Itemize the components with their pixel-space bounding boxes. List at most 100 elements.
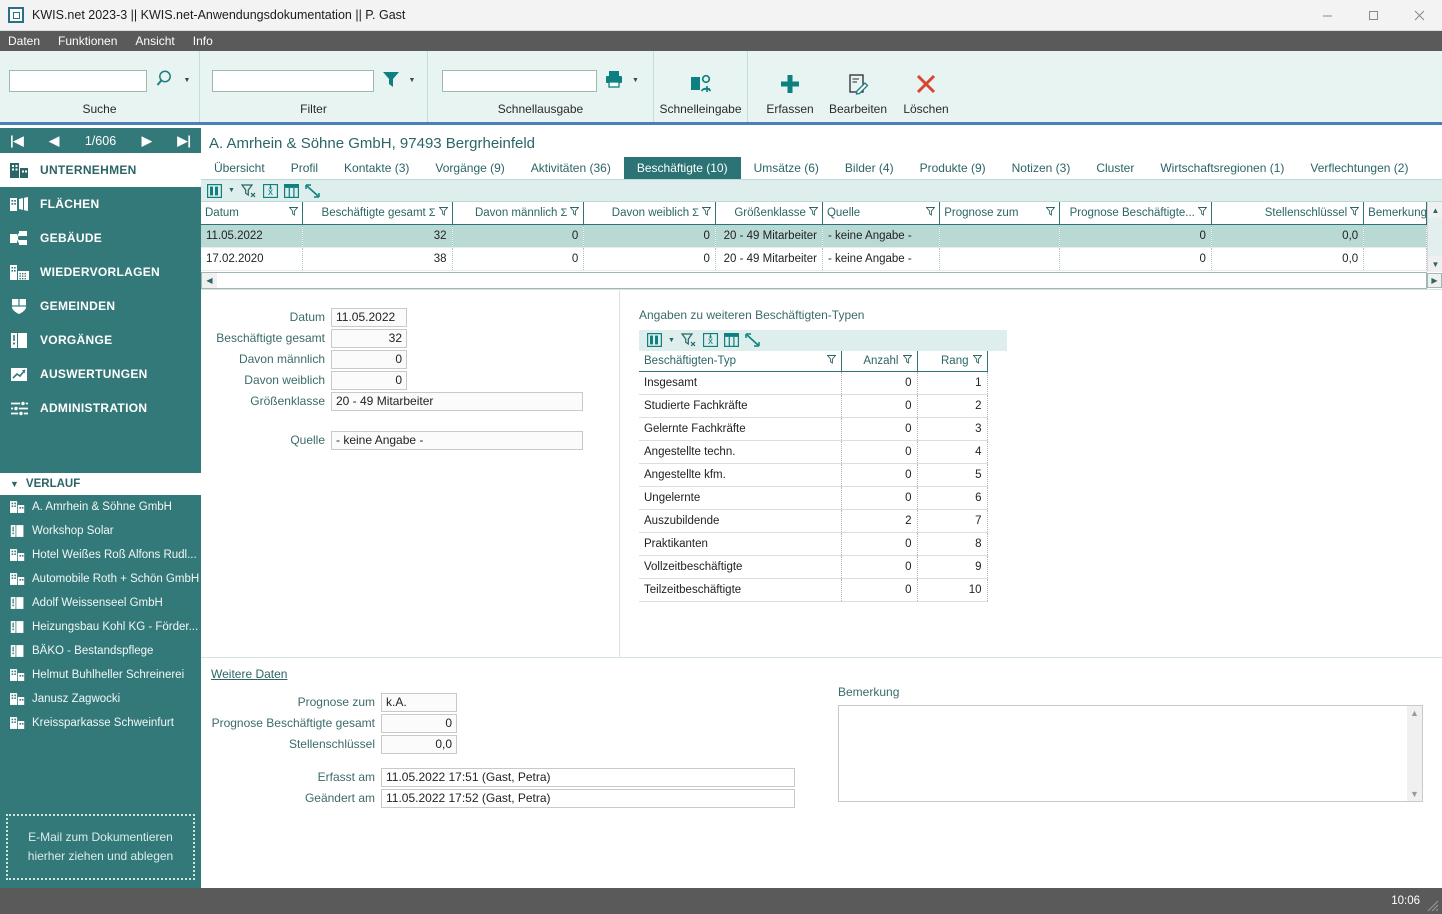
- field-value[interactable]: 20 - 49 Mitarbeiter: [331, 391, 583, 411]
- history-item[interactable]: Adolf Weissenseel GmbH: [0, 591, 201, 615]
- field-value[interactable]: 0,0: [381, 734, 457, 754]
- layout-icon[interactable]: [723, 333, 739, 347]
- menu-item-ansicht[interactable]: Ansicht: [135, 34, 174, 48]
- quick-entry-button[interactable]: Schnelleingabe: [654, 59, 748, 118]
- memo-scrollbar[interactable]: ▲ ▼: [1407, 705, 1422, 801]
- field-value[interactable]: 32: [331, 328, 407, 348]
- clear-filter-icon[interactable]: [680, 333, 697, 347]
- column-header[interactable]: Größenklasse: [715, 202, 823, 225]
- minimize-button[interactable]: [1304, 0, 1350, 31]
- funnel-icon[interactable]: [380, 68, 402, 93]
- expand-icon[interactable]: [745, 333, 760, 347]
- history-item[interactable]: Hotel Weißes Roß Alfons Rudl...: [0, 543, 201, 567]
- caret-down-icon[interactable]: ▼: [668, 337, 675, 344]
- history-item[interactable]: Janusz Zagwocki: [0, 687, 201, 711]
- tab-profil[interactable]: Profil: [278, 157, 331, 179]
- sidebar-item-gebaeude[interactable]: GEBÄUDE: [0, 221, 201, 255]
- pager-prev-button[interactable]: ◀: [49, 133, 59, 149]
- table-row[interactable]: 11.05.2022 32 0 0 20 - 49 Mitarbeiter - keine…: [201, 224, 1427, 248]
- pager-next-button[interactable]: ▶: [142, 133, 152, 149]
- filter-icon[interactable]: [288, 206, 299, 219]
- table-row[interactable]: Vollzeitbeschäftigte 0 9: [639, 555, 988, 579]
- table-row[interactable]: Auszubildende 2 7: [639, 509, 988, 533]
- columns-icon[interactable]: [207, 183, 222, 198]
- quick-output-input[interactable]: [442, 69, 598, 92]
- field-value[interactable]: 0: [331, 370, 407, 390]
- close-button[interactable]: [1396, 0, 1442, 31]
- table-row[interactable]: Ungelernte 0 6: [639, 486, 988, 510]
- menu-item-info[interactable]: Info: [193, 34, 213, 48]
- tab-aktivitäten-36[interactable]: Aktivitäten (36): [518, 157, 624, 179]
- field-value[interactable]: 11.05.2022: [331, 307, 407, 327]
- column-header[interactable]: Beschäftigten-Typ: [639, 350, 842, 372]
- caret-down-icon[interactable]: ▼: [228, 187, 235, 194]
- column-header[interactable]: Quelle: [822, 202, 941, 225]
- history-item[interactable]: Workshop Solar: [0, 519, 201, 543]
- field-value[interactable]: 0: [381, 713, 457, 733]
- column-header[interactable]: Rang: [917, 350, 988, 372]
- column-header[interactable]: Stellenschlüssel: [1211, 202, 1365, 225]
- clear-filter-icon[interactable]: [240, 183, 257, 198]
- filter-icon[interactable]: [569, 206, 580, 219]
- weitere-daten-link[interactable]: Weitere Daten: [211, 667, 287, 681]
- menu-item-daten[interactable]: Daten: [8, 34, 40, 48]
- maximize-button[interactable]: [1350, 0, 1396, 31]
- filter-icon[interactable]: [826, 354, 836, 367]
- export-excel-icon[interactable]: x: [262, 183, 278, 198]
- filter-icon[interactable]: [972, 354, 982, 367]
- table-row[interactable]: Angestellte techn. 0 4: [639, 440, 988, 464]
- table-row[interactable]: Gelernte Fachkräfte 0 3: [639, 417, 988, 441]
- table-row[interactable]: Teilzeitbeschäftigte 0 10: [639, 578, 988, 602]
- create-button[interactable]: Erfassen: [756, 59, 824, 118]
- tab-vorgänge-9[interactable]: Vorgänge (9): [422, 157, 517, 179]
- expand-icon[interactable]: [305, 183, 320, 198]
- pager-first-button[interactable]: |◀: [10, 133, 24, 149]
- print-options-caret-down-icon[interactable]: ▼: [632, 77, 639, 84]
- grid-horizontal-scrollbar[interactable]: ◀: [201, 271, 1427, 289]
- history-item[interactable]: Helmut Buhlheller Schreinerei: [0, 663, 201, 687]
- layout-icon[interactable]: [283, 183, 299, 198]
- table-row[interactable]: Angestellte kfm. 0 5: [639, 463, 988, 487]
- tab-bilder-4[interactable]: Bilder (4): [832, 157, 907, 179]
- pager-last-button[interactable]: ▶|: [177, 133, 191, 149]
- scroll-up-button[interactable]: ▲: [1428, 202, 1442, 218]
- sidebar-item-gemeinden[interactable]: GEMEINDEN: [0, 289, 201, 323]
- field-value[interactable]: k.A.: [381, 692, 457, 712]
- search-input[interactable]: [8, 69, 147, 92]
- sidebar-item-vorgaenge[interactable]: VORGÄNGE: [0, 323, 201, 357]
- tab-produkte-9[interactable]: Produkte (9): [907, 157, 999, 179]
- history-item[interactable]: Heizungsbau Kohl KG - Förder...: [0, 615, 201, 639]
- tab-umsätze-6[interactable]: Umsätze (6): [741, 157, 832, 179]
- filter-icon[interactable]: [701, 206, 712, 219]
- delete-button[interactable]: Löschen: [892, 59, 960, 118]
- scroll-down-button[interactable]: ▼: [1410, 789, 1419, 799]
- scroll-right-button[interactable]: ▶: [1427, 272, 1442, 288]
- filter-icon[interactable]: [1197, 206, 1208, 219]
- history-item[interactable]: BÄKO - Bestandspflege: [0, 639, 201, 663]
- table-row[interactable]: Studierte Fachkräfte 0 2: [639, 394, 988, 418]
- scroll-left-button[interactable]: ◀: [202, 272, 217, 288]
- tab-notizen-3[interactable]: Notizen (3): [999, 157, 1084, 179]
- field-value[interactable]: 0: [331, 349, 407, 369]
- scroll-down-button[interactable]: ▼: [1428, 256, 1442, 272]
- resize-grip-icon[interactable]: [1425, 898, 1439, 912]
- grid-vertical-scrollbar[interactable]: ▲ ▼: [1427, 202, 1442, 272]
- search-options-caret-down-icon[interactable]: ▼: [184, 77, 191, 84]
- magnifier-icon[interactable]: [153, 67, 177, 94]
- filter-options-caret-down-icon[interactable]: ▼: [409, 77, 416, 84]
- filter-icon[interactable]: [1045, 206, 1056, 219]
- column-header[interactable]: Davon weiblich Σ: [583, 202, 716, 225]
- sidebar-item-administration[interactable]: ADMINISTRATION: [0, 391, 201, 425]
- filter-icon[interactable]: [808, 206, 819, 219]
- field-value[interactable]: - keine Angabe -: [331, 430, 583, 450]
- column-header[interactable]: Anzahl: [841, 350, 918, 372]
- tab-cluster[interactable]: Cluster: [1083, 157, 1147, 179]
- tab-beschäftigte-10[interactable]: Beschäftigte (10): [623, 157, 741, 179]
- bemerkung-textarea[interactable]: ▲ ▼: [838, 704, 1423, 802]
- history-item[interactable]: A. Amrhein & Söhne GmbH: [0, 495, 201, 519]
- column-header[interactable]: Datum: [201, 202, 304, 225]
- filter-input[interactable]: [211, 69, 374, 92]
- history-item[interactable]: Kreissparkasse Schweinfurt: [0, 711, 201, 735]
- sidebar-item-flaechen[interactable]: FLÄCHEN: [0, 187, 201, 221]
- table-row[interactable]: Praktikanten 0 8: [639, 532, 988, 556]
